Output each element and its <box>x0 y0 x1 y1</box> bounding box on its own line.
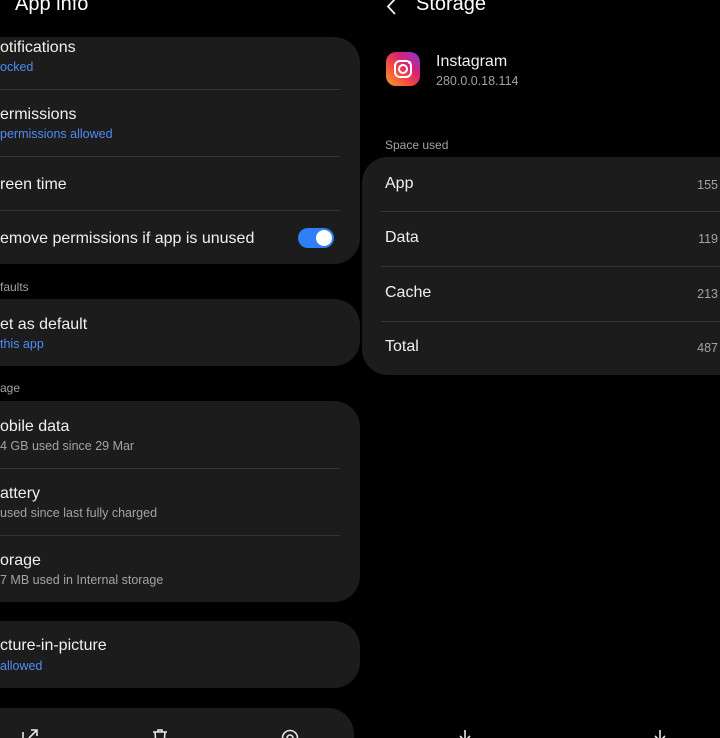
data-size-value: 119 <box>698 232 718 246</box>
storage-title: orage <box>0 552 41 569</box>
force-stop-icon[interactable] <box>280 727 300 738</box>
app-info-panel: App info otifications ocked ermissions p… <box>0 0 360 738</box>
notifications-title: otifications <box>0 39 76 56</box>
notifications-row[interactable]: otifications ocked <box>0 37 360 89</box>
storage-row-cache: Cache 213 <box>362 267 720 321</box>
bottom-card-partial <box>0 708 354 738</box>
pip-status: allowed <box>0 659 43 673</box>
toggle-knob <box>316 230 332 246</box>
remove-permissions-row[interactable]: emove permissions if app is unused <box>0 211 360 264</box>
cache-size-value: 213 <box>697 287 718 301</box>
defaults-section-header: faults <box>0 280 29 294</box>
battery-title: attery <box>0 485 41 502</box>
screen-time-row[interactable]: reen time <box>0 157 360 210</box>
storage-row-data: Data 119 <box>362 212 720 266</box>
data-size-label: Data <box>385 229 419 246</box>
screen-time-title: reen time <box>0 176 67 193</box>
mobile-data-usage: 4 GB used since 29 Mar <box>0 439 135 453</box>
permissions-status: permissions allowed <box>0 127 113 141</box>
storage-panel: Storage Instagram 280.0.0.18.114 Space u… <box>360 0 720 738</box>
storage-row-app: App 155 <box>362 157 720 211</box>
storage-usage: 7 MB used in Internal storage <box>0 573 164 587</box>
usage-card: obile data 4 GB used since 29 Mar attery… <box>0 401 360 602</box>
usage-section-header: age <box>0 381 21 395</box>
set-as-default-title: et as default <box>0 316 88 333</box>
mobile-data-title: obile data <box>0 418 70 435</box>
remove-permissions-toggle[interactable] <box>298 228 334 248</box>
open-icon[interactable] <box>20 727 40 738</box>
instagram-icon <box>386 52 420 86</box>
space-used-card: App 155 Data 119 Cache 213 Total 487 <box>362 157 720 375</box>
battery-usage: used since last fully charged <box>0 506 158 520</box>
defaults-card: et as default this app <box>0 299 360 366</box>
pip-card: cture-in-picture allowed <box>0 621 360 688</box>
back-icon[interactable] <box>382 0 402 17</box>
storage-title: Storage <box>416 0 487 15</box>
storage-row[interactable]: orage 7 MB used in Internal storage <box>0 536 360 602</box>
app-version: 280.0.0.18.114 <box>436 74 519 88</box>
picture-in-picture-row[interactable]: cture-in-picture allowed <box>0 621 360 688</box>
clear-data-icon[interactable] <box>455 727 475 738</box>
set-as-default-row[interactable]: et as default this app <box>0 299 360 366</box>
remove-permissions-title: emove permissions if app is unused <box>0 230 255 247</box>
notifications-status: ocked <box>0 60 34 74</box>
storage-row-total: Total 487 <box>362 322 720 375</box>
total-size-label: Total <box>385 338 419 355</box>
pip-title: cture-in-picture <box>0 637 107 654</box>
set-as-default-status: this app <box>0 337 44 351</box>
permissions-title: ermissions <box>0 106 77 123</box>
space-used-section-header: Space used <box>385 138 449 152</box>
app-size-value: 155 <box>697 178 718 192</box>
mobile-data-row[interactable]: obile data 4 GB used since 29 Mar <box>0 401 360 468</box>
total-size-value: 487 <box>697 341 718 355</box>
app-info-title: App info <box>15 0 89 15</box>
settings-card-main: otifications ocked ermissions permission… <box>0 37 360 264</box>
cache-size-label: Cache <box>385 284 432 301</box>
clear-cache-icon[interactable] <box>650 727 670 738</box>
permissions-row[interactable]: ermissions permissions allowed <box>0 90 360 156</box>
uninstall-icon[interactable] <box>150 727 170 738</box>
battery-row[interactable]: attery used since last fully charged <box>0 469 360 535</box>
app-size-label: App <box>385 175 414 192</box>
app-name: Instagram <box>436 53 508 70</box>
